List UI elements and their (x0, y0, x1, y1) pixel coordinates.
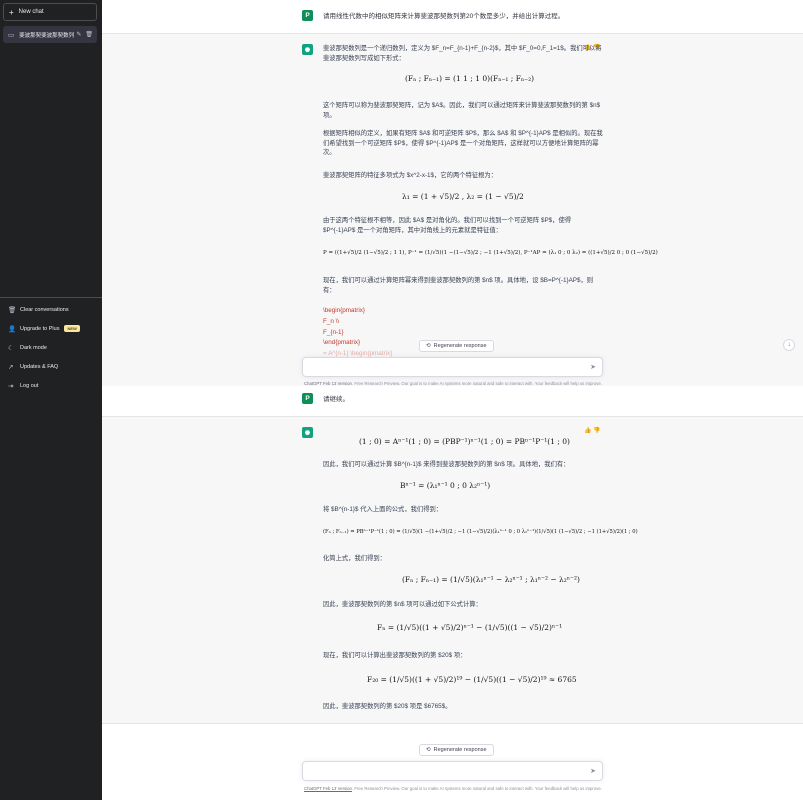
user-icon: 👤 (8, 325, 17, 333)
external-link-icon: ↗ (8, 363, 14, 371)
edit-icon[interactable]: ✎ (76, 31, 81, 38)
regenerate-response-button[interactable]: ⟲ Regenerate response (419, 340, 494, 352)
assistant-paragraph: 斐波那契矩阵的特征多项式为 $x^2-x-1$，它的两个特征根为： (323, 172, 498, 179)
user-avatar: P (302, 10, 313, 21)
moon-icon: ☾ (8, 344, 14, 352)
message-input[interactable]: ➤ (302, 357, 603, 377)
clear-conversations-label: Clear conversations (20, 306, 69, 313)
upgrade-label: Upgrade to Plus (20, 325, 60, 332)
send-icon[interactable]: ➤ (590, 363, 596, 371)
assistant-paragraph: 由于这两个特征根不相等，因此 $A$ 是对角化的。我们可以找到一个可逆矩阵 $P… (323, 217, 572, 234)
assistant-message: ✺ 👍 👎 (1 ; 0) = Aⁿ⁻¹(1 ; 0) = (PBP⁻¹)ⁿ⁻¹… (102, 416, 803, 724)
user-avatar: P (302, 393, 313, 404)
sidebar-bottom-menu: 🗑 Clear conversations 👤 Upgrade to Plus … (0, 297, 102, 395)
regenerate-label: Regenerate response (433, 343, 487, 349)
upgrade-to-plus-button[interactable]: 👤 Upgrade to Plus NEW (0, 319, 102, 338)
assistant-paragraph: 斐波那契数列是一个递归数列，定义为 $F_n=F_{n-1}+F_{n-2}$，… (323, 45, 602, 62)
assistant-paragraph: 根据矩阵相似的定义，如果有矩阵 $A$ 和可逆矩阵 $P$，那么 $A$ 和 $… (323, 130, 603, 156)
user-message-text: 请继续。 (323, 396, 349, 403)
plus-icon: + (9, 7, 14, 17)
sidebar: + New chat ▭ 斐波那契斐波那契数列 ✎ 🗑 🗑 Clear conv… (0, 0, 102, 800)
footer-disclaimer: ChatGPT Feb 13 Version. Free Research Pr… (293, 786, 613, 791)
assistant-paragraph: 这个矩阵可以称为斐波那契矩阵，记为 $A$。因此，我们可以通过矩阵来计算斐波那契… (323, 102, 601, 119)
assistant-paragraph: 将 $B^{n-1}$ 代入上面的公式，我们得到： (323, 506, 443, 513)
math-equation: (Fₙ ; Fₙ₋₁) = (1/√5)(λ₁ⁿ⁻¹ − λ₂ⁿ⁻¹ ; λ₁ⁿ… (402, 575, 580, 584)
regenerate-response-button[interactable]: ⟲ Regenerate response (419, 744, 494, 756)
assistant-paragraph: 因此，斐波那契数列的第 $20$ 项是 $6765$。 (323, 703, 452, 710)
math-equation: Bⁿ⁻¹ = (λ₁ⁿ⁻¹ 0 ; 0 λ₂ⁿ⁻¹) (400, 481, 491, 490)
thumbs-up-icon[interactable]: 👍 (584, 428, 591, 434)
user-message-text: 请用线性代数中的相似矩阵来计算斐波那契数列第20个数是多少，并给出计算过程。 (323, 13, 565, 20)
message-input[interactable]: ➤ (302, 761, 603, 781)
assistant-logo-icon: ✺ (302, 427, 313, 438)
user-message: P 请用线性代数中的相似矩阵来计算斐波那契数列第20个数是多少，并给出计算过程。 (102, 0, 803, 33)
latex-code-block: \begin{pmatrix} F_n \\ F_{n-1} \end{pmat… (323, 306, 392, 360)
log-out-button[interactable]: ⇥ Log out (0, 376, 102, 395)
chat-bubble-icon: ▭ (8, 31, 15, 39)
assistant-logo-icon: ✺ (302, 44, 313, 55)
footer-text: . Free Research Preview. Our goal is to … (351, 786, 602, 791)
thumbs-down-icon[interactable]: 👎 (593, 428, 600, 434)
new-badge: NEW (64, 325, 80, 332)
math-equation: Fₙ = (1/√5)((1 + √5)/2)ⁿ⁻¹ − (1/√5)((1 −… (377, 623, 563, 632)
log-out-label: Log out (20, 382, 39, 389)
send-icon[interactable]: ➤ (590, 767, 596, 775)
math-equation: (1 ; 0) = Aⁿ⁻¹(1 ; 0) = (PBP⁻¹)ⁿ⁻¹(1 ; 0… (359, 437, 570, 446)
scroll-down-button[interactable]: ↓ (783, 339, 795, 351)
assistant-paragraph: 因此，我们可以通过计算 $B^{n-1}$ 来得到斐波那契数列的第 $n$ 项。… (323, 461, 570, 468)
new-chat-label: New chat (18, 9, 44, 15)
assistant-message: ✺ 👍 👎 斐波那契数列是一个递归数列，定义为 $F_n=F_{n-1}+F_{… (102, 33, 803, 387)
math-equation: (Fₙ ; Fₙ₋₁) = (1 1 ; 1 0)(Fₙ₋₁ ; Fₙ₋₂) (405, 74, 535, 83)
refresh-icon: ⟲ (426, 747, 431, 753)
dark-mode-label: Dark mode (20, 344, 47, 351)
code-line: F_{n-1} (323, 328, 344, 336)
trash-icon[interactable]: 🗑 (85, 31, 93, 38)
version-link[interactable]: ChatGPT Feb 13 Version (304, 786, 352, 791)
updates-faq-link[interactable]: ↗ Updates & FAQ (0, 357, 102, 376)
logout-icon: ⇥ (8, 382, 14, 390)
user-message: P 请继续。 (102, 386, 803, 416)
conversation-title: 斐波那契斐波那契数列 (19, 32, 75, 39)
assistant-paragraph: 现在，我们可以计算出斐波那契数列的第 $20$ 项： (323, 652, 467, 659)
math-equation: λ₁ = (1 + √5)/2 , λ₂ = (1 − √5)/2 (402, 192, 524, 201)
assistant-paragraph: 现在，我们可以通过计算矩阵幂来得到斐波那契数列的第 $n$ 项。具体地，设 $B… (323, 277, 594, 294)
math-equation: F₂₀ = (1/√5)((1 + √5)/2)¹⁹ − (1/√5)((1 −… (367, 675, 577, 684)
trash-icon: 🗑 (8, 306, 17, 314)
feedback-buttons: 👍 👎 (584, 427, 601, 434)
assistant-paragraph: 化简上式，我们得到： (323, 555, 386, 562)
code-line: F_n \\ (323, 317, 340, 325)
assistant-paragraph: 因此，斐波那契数列的第 $n$ 项可以通过如下公式计算： (323, 601, 482, 608)
code-line: \end{pmatrix} (323, 339, 361, 347)
dark-mode-button[interactable]: ☾ Dark mode (0, 338, 102, 357)
code-line: \begin{pmatrix} (323, 307, 366, 314)
math-equation: (Fₙ ; Fₙ₋₁) = PBⁿ⁻¹P⁻¹(1 ; 0) = (1/√5)(1… (323, 529, 638, 535)
new-chat-button[interactable]: + New chat (3, 3, 97, 21)
conversation-item[interactable]: ▭ 斐波那契斐波那契数列 ✎ 🗑 (3, 26, 97, 43)
updates-faq-label: Updates & FAQ (20, 363, 59, 370)
refresh-icon: ⟲ (426, 343, 431, 349)
math-equation: P = ((1+√5)/2 (1−√5)/2 ; 1 1), P⁻¹ = (1/… (323, 250, 658, 256)
regenerate-label: Regenerate response (433, 747, 487, 753)
main-chat-area: P 请用线性代数中的相似矩阵来计算斐波那契数列第20个数是多少，并给出计算过程。… (102, 0, 803, 800)
clear-conversations-button[interactable]: 🗑 Clear conversations (0, 300, 102, 319)
